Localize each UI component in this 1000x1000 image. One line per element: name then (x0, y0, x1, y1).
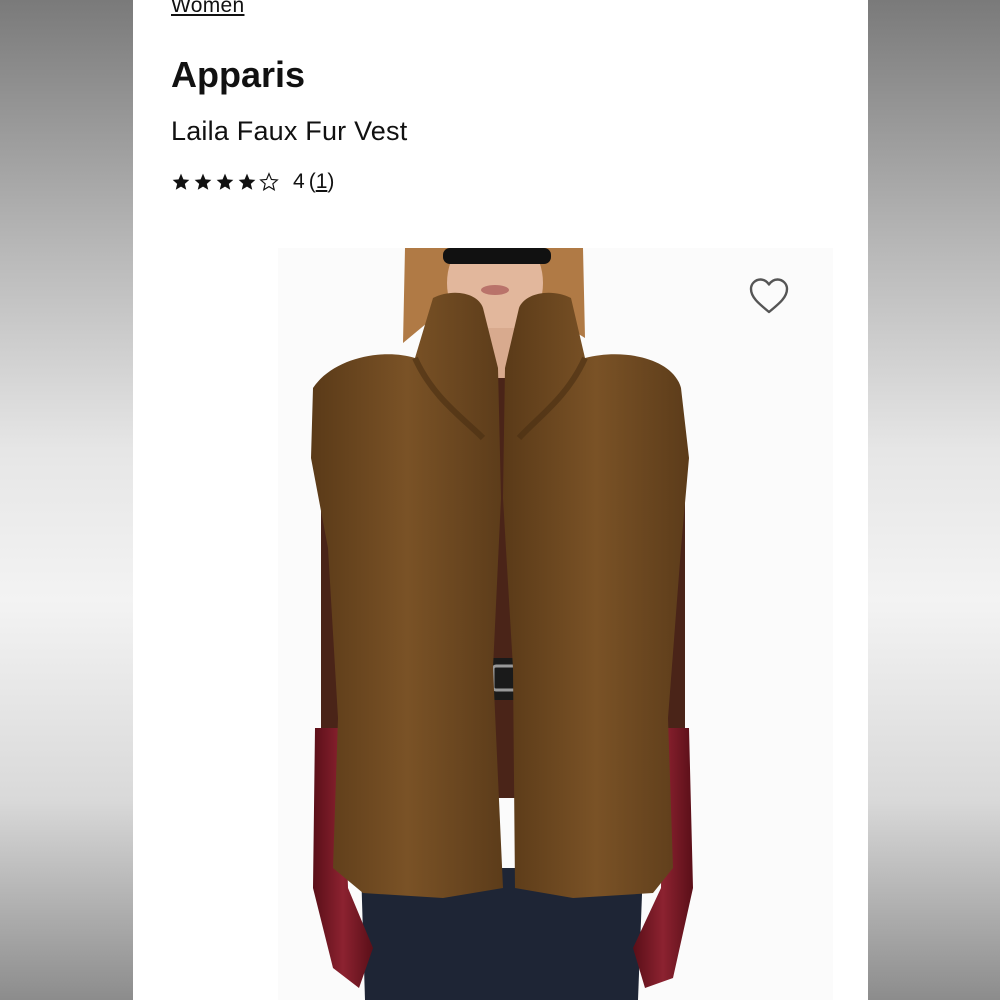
model-illustration (311, 248, 693, 1000)
left-backdrop (0, 0, 133, 1000)
star-icon (216, 173, 234, 190)
favorite-heart-icon[interactable] (748, 276, 790, 316)
review-count-link[interactable]: (1) (309, 170, 335, 194)
brand-name[interactable]: Apparis (171, 54, 305, 96)
product-image[interactable] (133, 248, 868, 1000)
star-icon (194, 173, 212, 190)
product-title: Laila Faux Fur Vest (171, 116, 408, 146)
product-page: Women Apparis Laila Faux Fur Vest 4 (1) (133, 0, 868, 1000)
breadcrumb-women-link[interactable]: Women (171, 0, 244, 18)
star-icon (238, 173, 256, 190)
rating-value: 4 (293, 170, 305, 193)
star-icon (172, 173, 190, 190)
rating-stars (171, 172, 279, 192)
rating-summary: 4 (1) (171, 170, 334, 194)
review-count[interactable]: 1 (316, 170, 328, 193)
right-backdrop (868, 0, 1000, 1000)
star-empty-icon (259, 172, 279, 191)
